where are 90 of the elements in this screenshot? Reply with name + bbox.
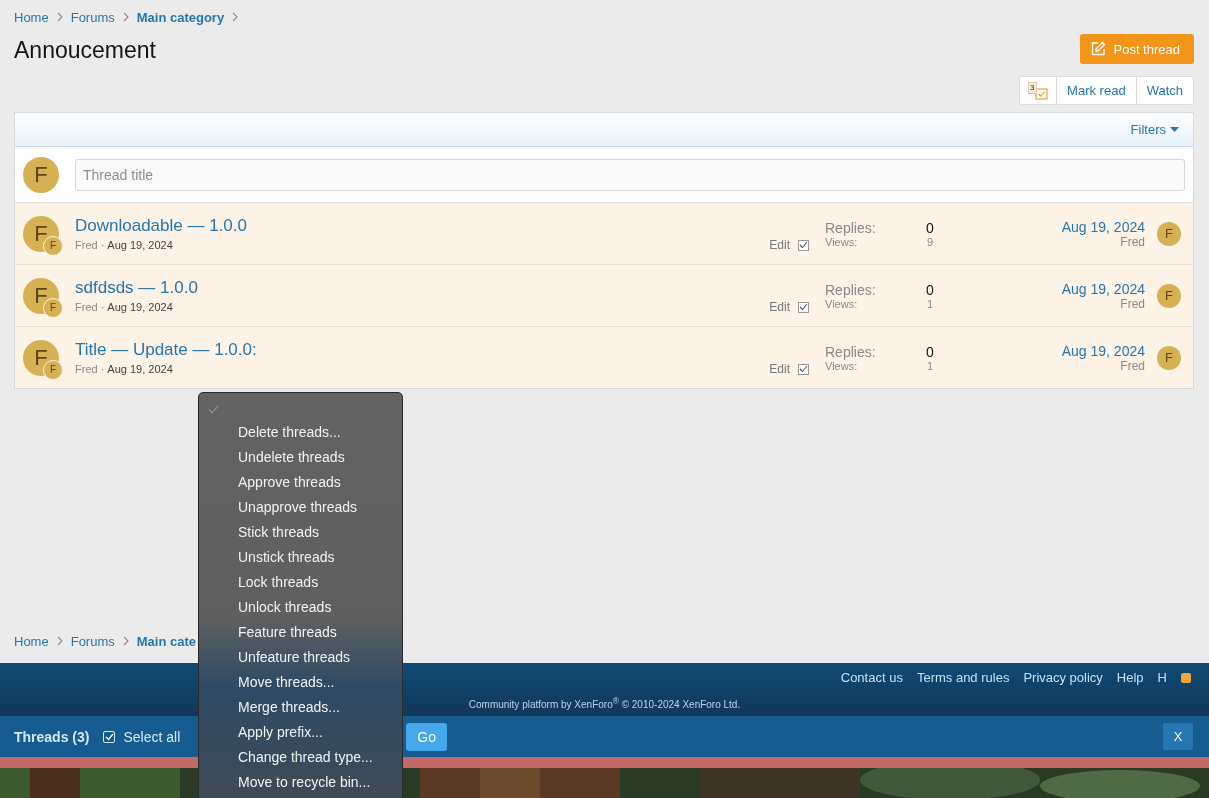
stat-label: Replies:	[825, 343, 877, 360]
separator-dot: ·	[100, 301, 105, 313]
thread-title-link[interactable]: sdfdsds — 1.0.0	[75, 278, 770, 298]
menu-item[interactable]: Change thread type...	[199, 745, 402, 770]
thread-title-field[interactable]: Thread title	[75, 158, 1185, 191]
stat-value: 0	[925, 281, 935, 298]
footer-link[interactable]: Privacy policy	[1023, 670, 1103, 685]
stat-value: 0	[925, 343, 935, 360]
chevron-icon	[56, 636, 63, 646]
menu-item[interactable]: Undelete threads	[199, 445, 402, 470]
check-icon	[208, 405, 219, 414]
breadcrumb-link[interactable]: Main category	[136, 9, 225, 25]
author-link[interactable]: Fred	[75, 363, 98, 375]
thread-date: Aug 19, 2024	[107, 239, 173, 251]
check-icon	[799, 241, 808, 249]
menu-item[interactable]: Delete threads...	[199, 420, 402, 445]
menu-item[interactable]: Lock threads	[199, 570, 402, 595]
last-poster-name[interactable]: Fred	[1120, 296, 1145, 311]
select-all-checkbox[interactable]: Select all	[103, 728, 181, 745]
stat-label: Replies:	[825, 281, 877, 298]
go-button[interactable]: Go	[406, 722, 447, 751]
breadcrumb-link[interactable]: Home	[14, 9, 49, 25]
thread-title-link[interactable]: Title — Update — 1.0.0:	[75, 340, 770, 360]
menu-item[interactable]: Unstick threads	[199, 545, 402, 570]
footer-link[interactable]: Terms and rules	[916, 670, 1010, 685]
selection-count: Threads (3)	[14, 728, 90, 745]
separator-dot: ·	[100, 239, 105, 251]
stat-label: Views:	[825, 235, 858, 248]
menu-item[interactable]: Move threads...	[199, 670, 402, 695]
stat-value: 1	[925, 297, 935, 310]
stat-label: Views:	[825, 359, 858, 372]
author-link[interactable]: Fred	[75, 301, 98, 313]
copyright-text: Community platform by XenForo$^{®}$ © 2010-2024 XenForo Ltd.	[468, 696, 741, 711]
menu-item[interactable]: Unapprove threads	[199, 495, 402, 520]
last-poster-name[interactable]: Fred	[1120, 358, 1145, 373]
stat-label: Replies:	[825, 219, 877, 236]
filters-button[interactable]: Filters	[1130, 122, 1179, 137]
chevron-icon	[122, 636, 129, 646]
menu-item[interactable]: Merge threads...	[199, 695, 402, 720]
last-post-date[interactable]: Aug 19, 2024	[1061, 218, 1145, 235]
edit-link[interactable]: Edit	[769, 362, 790, 376]
last-post-date[interactable]: Aug 19, 2024	[1061, 342, 1145, 359]
thread-date: Aug 19, 2024	[107, 363, 173, 375]
edit-icon	[1089, 41, 1106, 57]
edit-link[interactable]: Edit	[769, 238, 790, 252]
select-checkbox[interactable]	[798, 363, 809, 375]
check-icon	[799, 365, 808, 373]
stat-value: 9	[925, 235, 935, 248]
page-title: Annoucement	[14, 36, 156, 64]
caret-icon	[1170, 126, 1179, 133]
footer-link[interactable]: H	[1157, 670, 1167, 685]
menu-item[interactable]: Unfeature threads	[199, 645, 402, 670]
breadcrumb-link[interactable]: Home	[14, 633, 49, 649]
footer-link[interactable]: Help	[1116, 670, 1144, 685]
thread-title-link[interactable]: Downloadable — 1.0.0	[75, 216, 770, 236]
multi-select-button[interactable]: 3	[1019, 76, 1058, 105]
breadcrumb-link[interactable]: Forums	[70, 9, 115, 25]
author-link[interactable]: Fred	[75, 239, 98, 251]
breadcrumb-link[interactable]: Main cate	[136, 633, 196, 649]
stat-value: 1	[925, 359, 935, 372]
select-checkbox[interactable]	[798, 239, 809, 251]
rss-icon	[1181, 672, 1191, 683]
avatar: F	[1157, 221, 1181, 246]
stat-label: Views:	[825, 297, 858, 310]
menu-item[interactable]: Stick threads	[199, 520, 402, 545]
last-post-date[interactable]: Aug 19, 2024	[1061, 280, 1145, 297]
check-icon	[104, 732, 114, 741]
last-poster-name[interactable]: Fred	[1120, 234, 1145, 249]
chevron-icon	[122, 12, 129, 22]
toolbar-button[interactable]: Watch	[1136, 76, 1194, 105]
breadcrumb-link[interactable]: Forums	[70, 633, 115, 649]
menu-item[interactable]: Feature threads	[199, 620, 402, 645]
stat-value: 0	[925, 219, 935, 236]
avatar: F	[1157, 345, 1181, 370]
menu-item[interactable]: Apply prefix...	[199, 720, 402, 745]
menu-item[interactable]: Unlock threads	[199, 595, 402, 620]
check-icon	[799, 303, 808, 311]
close-button[interactable]: X	[1163, 723, 1193, 750]
footer-link[interactable]: Contact us	[840, 670, 903, 685]
separator-dot: ·	[100, 363, 105, 375]
menu-item[interactable]: Move to recycle bin...	[199, 770, 402, 795]
chevron-icon	[232, 12, 239, 22]
chevron-icon	[56, 12, 63, 22]
avatar: F	[23, 156, 59, 193]
thread-date: Aug 19, 2024	[107, 301, 173, 313]
menu-item[interactable]: Approve threads	[199, 470, 402, 495]
avatar: F	[1157, 283, 1181, 308]
edit-link[interactable]: Edit	[769, 300, 790, 314]
select-checkbox[interactable]	[798, 301, 809, 313]
toolbar-button[interactable]: Mark read	[1057, 76, 1137, 105]
